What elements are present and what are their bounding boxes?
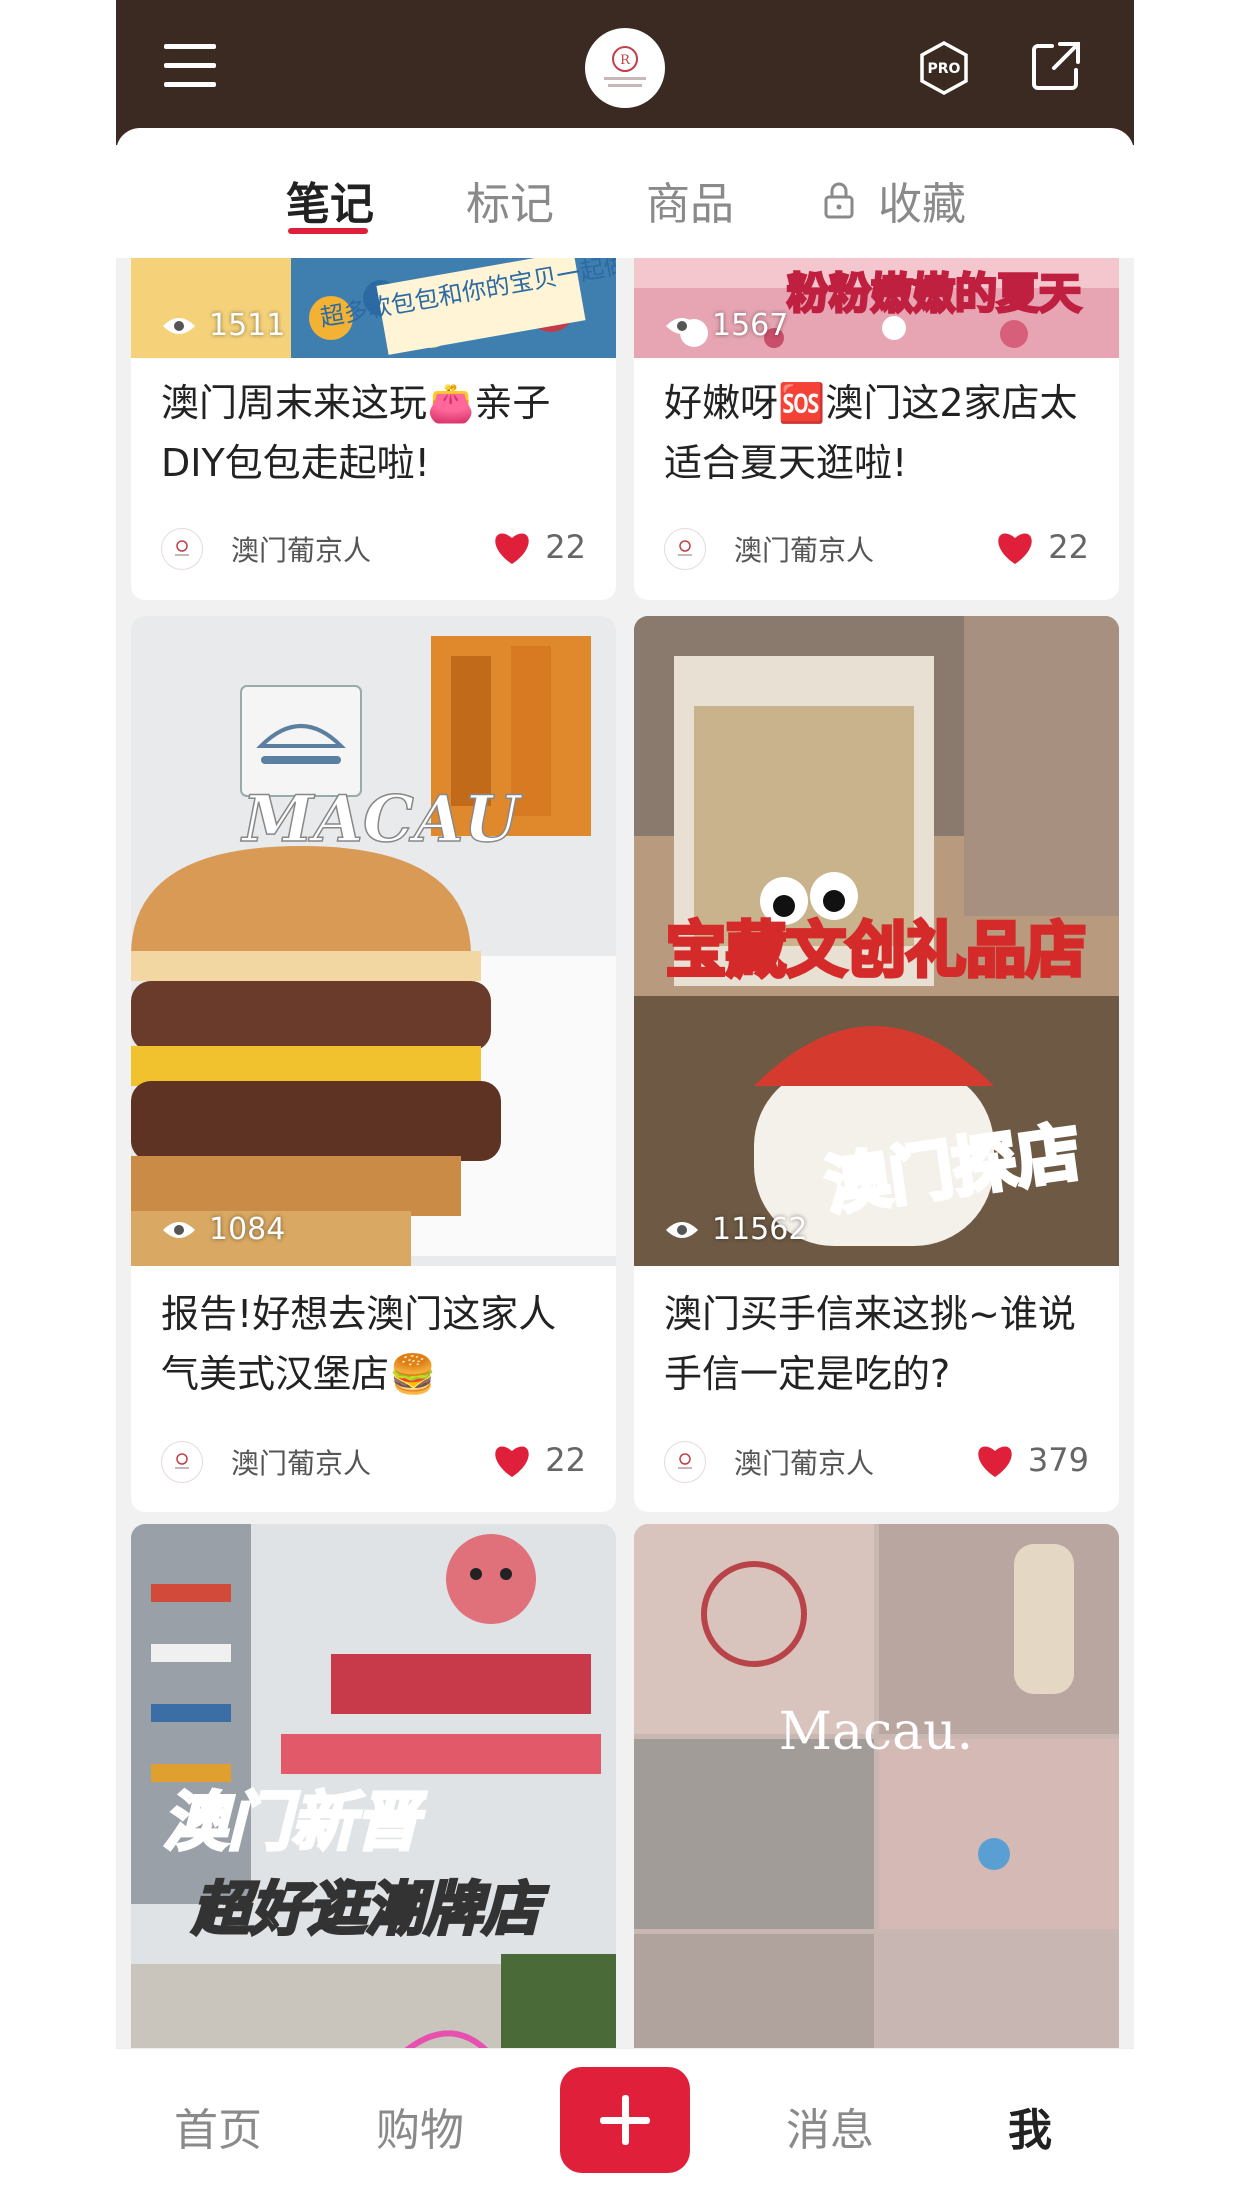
tab-products[interactable]: 商品 [646, 168, 734, 232]
nav-shop[interactable]: 购物 [376, 2094, 464, 2158]
heart-icon [998, 533, 1032, 564]
share-icon[interactable] [1028, 38, 1084, 94]
like-count[interactable]: 22 [491, 528, 586, 566]
view-count-value: 1084 [209, 1212, 286, 1247]
eye-icon [666, 1221, 698, 1238]
note-author[interactable]: 澳门葡京人 [664, 1441, 874, 1483]
view-count-value: 1567 [712, 308, 789, 343]
like-count[interactable]: 22 [994, 528, 1089, 566]
note-title: 澳门周末来这玩👛亲子DIY包包走起啦! [161, 381, 551, 485]
like-count-value: 379 [1027, 1441, 1089, 1479]
note-cover-image: 澳门新晋 超好逛潮牌店 [131, 1524, 616, 2048]
overlay-text: 粉粉嫩嫩的夏天 [787, 269, 1081, 318]
like-count[interactable]: 379 [974, 1441, 1089, 1479]
tab-favorites-label: 收藏 [878, 179, 966, 230]
svg-text:PRO: PRO [928, 61, 961, 77]
brand-logo[interactable]: R [585, 28, 665, 108]
view-count-value: 11562 [712, 1212, 808, 1247]
heart-icon [495, 533, 529, 564]
top-bar: R PRO [116, 0, 1134, 145]
bottom-nav: 首页 购物 消息 我 [116, 2048, 1134, 2208]
view-count: 1567 [664, 308, 788, 343]
note-cover-image: MACAU 1084 [131, 616, 616, 1266]
like-count-value: 22 [545, 1441, 586, 1479]
svg-text:R: R [620, 53, 631, 68]
note-card[interactable]: 粉粉嫩嫩的夏天 1567 好嫩呀🆘澳门这2家店太适合夏天逛啦! 澳门葡京人 22 [634, 258, 1119, 600]
note-cover-image: 粉粉嫩嫩的夏天 1567 [634, 258, 1119, 358]
profile-tabs: 笔记 标记 商品 收藏 [116, 128, 1134, 258]
eye-icon [666, 317, 698, 334]
note-card[interactable]: MACAU 1084 报告!好想去澳门这家人气美式汉堡店🍔 澳门葡京人 22 [131, 616, 616, 1512]
lock-icon [824, 182, 854, 219]
tab-marks[interactable]: 标记 [466, 168, 554, 232]
nav-messages[interactable]: 消息 [786, 2094, 874, 2158]
author-name: 澳门葡京人 [734, 1447, 875, 1480]
note-card[interactable]: 澳门新晋 超好逛潮牌店 [131, 1524, 616, 2048]
like-count[interactable]: 22 [491, 1441, 586, 1479]
note-cover-image: 宝藏文创礼品店 澳门探店 11562 [634, 616, 1119, 1266]
view-count-value: 1511 [209, 308, 286, 343]
eye-icon [163, 1221, 195, 1238]
note-card[interactable]: 超多软包包和你的宝贝一起做! 1511 澳门周末来这玩👛亲子DIY包包走起啦! … [131, 258, 616, 600]
avatar [664, 528, 706, 570]
note-cover-image: Macau. [634, 1524, 1119, 2048]
note-title: 好嫩呀🆘澳门这2家店太适合夏天逛啦! [664, 381, 1078, 485]
nav-me[interactable]: 我 [1008, 2094, 1052, 2158]
note-title: 澳门买手信来这挑~谁说手信一定是吃的? [664, 1292, 1076, 1396]
eye-icon [163, 317, 195, 334]
view-count: 1511 [161, 308, 285, 343]
note-title: 报告!好想去澳门这家人气美式汉堡店🍔 [161, 1292, 557, 1396]
heart-icon [495, 1446, 529, 1477]
overlay-text: 澳门新晋 [163, 1786, 427, 1860]
menu-icon[interactable] [164, 44, 216, 88]
author-name: 澳门葡京人 [231, 1447, 372, 1480]
view-count: 1084 [161, 1212, 285, 1247]
note-author[interactable]: 澳门葡京人 [161, 528, 371, 570]
overlay-text: Macau. [779, 1702, 973, 1762]
note-card[interactable]: Macau. [634, 1524, 1119, 2048]
note-cover-image: 超多软包包和你的宝贝一起做! 1511 [131, 258, 616, 358]
overlay-text-2: 超好逛潮牌店 [191, 1875, 549, 1943]
add-post-button[interactable] [560, 2067, 690, 2173]
like-count-value: 22 [1048, 528, 1089, 566]
author-name: 澳门葡京人 [734, 534, 875, 567]
avatar [161, 528, 203, 570]
note-author[interactable]: 澳门葡京人 [664, 528, 874, 570]
nav-home[interactable]: 首页 [174, 2094, 262, 2158]
tab-notes[interactable]: 笔记 [286, 168, 374, 232]
notes-feed[interactable]: 超多软包包和你的宝贝一起做! 1511 澳门周末来这玩👛亲子DIY包包走起啦! … [116, 258, 1134, 2048]
avatar [161, 1441, 203, 1483]
overlay-text: 宝藏文创礼品店 [666, 916, 1086, 986]
tab-favorites[interactable]: 收藏 [822, 168, 966, 232]
heart-icon [978, 1446, 1012, 1477]
active-tab-indicator [288, 228, 368, 234]
pro-badge-icon[interactable]: PRO [916, 40, 972, 96]
avatar [664, 1441, 706, 1483]
like-count-value: 22 [545, 528, 586, 566]
note-author[interactable]: 澳门葡京人 [161, 1441, 371, 1483]
overlay-text: MACAU [241, 782, 524, 857]
app-screen: R PRO 笔记 标记 商品 收藏 超多软包包和你的宝贝一起做! 1511 澳门… [116, 0, 1134, 2208]
author-name: 澳门葡京人 [231, 534, 372, 567]
view-count: 11562 [664, 1212, 807, 1247]
note-card[interactable]: 宝藏文创礼品店 澳门探店 11562 澳门买手信来这挑~谁说手信一定是吃的? 澳… [634, 616, 1119, 1512]
